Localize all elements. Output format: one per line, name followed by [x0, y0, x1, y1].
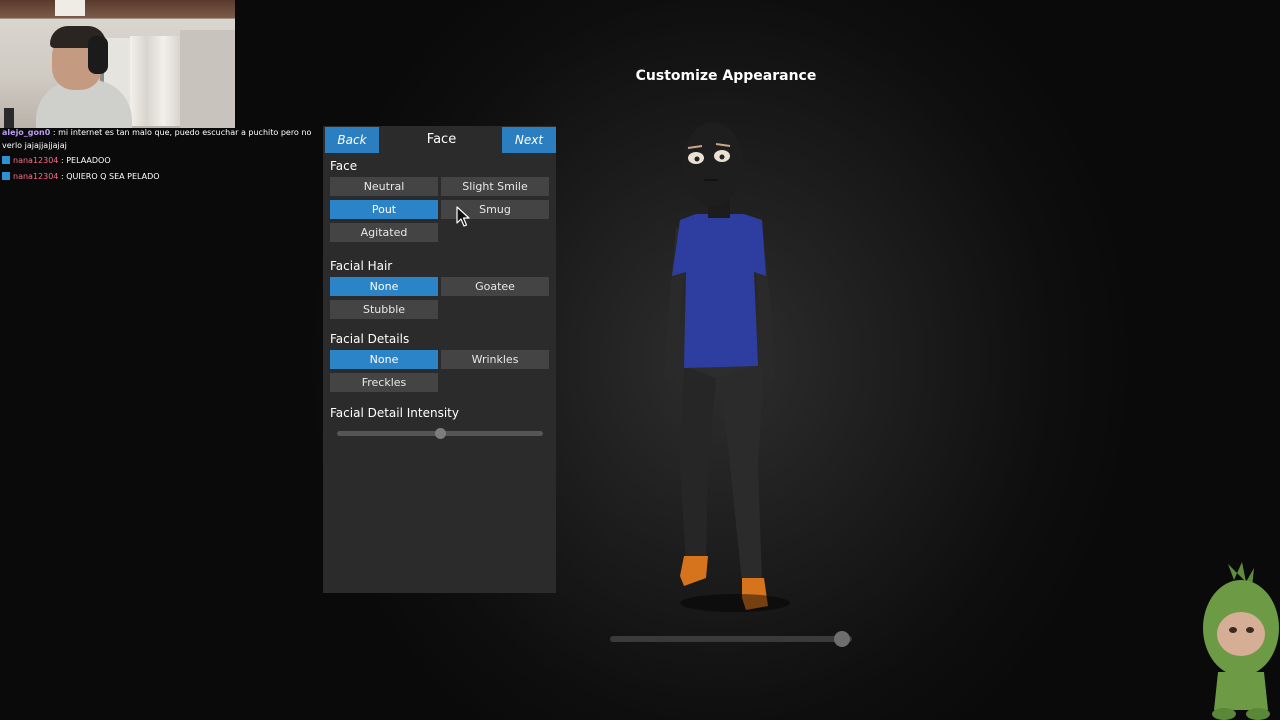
facial-hair-option-stubble[interactable]: Stubble [330, 300, 438, 319]
ceiling-lamp [55, 0, 85, 16]
chat-message: alejo_gon0 : mi internet es tan malo que… [2, 126, 324, 152]
headset [88, 36, 108, 74]
next-button[interactable]: Next [502, 127, 556, 153]
facial-hair-option-goatee[interactable]: Goatee [441, 277, 549, 296]
rotation-slider[interactable] [610, 631, 852, 647]
character-shadow [680, 594, 790, 612]
chat-text: : PELAADOO [60, 156, 111, 165]
intensity-slider-handle[interactable] [435, 428, 446, 439]
face-section-label: Face [330, 159, 358, 173]
facial-hair-option-none[interactable]: None [330, 277, 438, 296]
facial-details-section-label: Facial Details [330, 332, 410, 346]
facial-details-option-freckles[interactable]: Freckles [330, 373, 438, 392]
mouse-cursor-icon [456, 206, 470, 227]
face-option-slight-smile[interactable]: Slight Smile [441, 177, 549, 196]
character-model[interactable] [640, 116, 810, 626]
face-option-neutral[interactable]: Neutral [330, 177, 438, 196]
room-wall [180, 30, 235, 128]
back-button[interactable]: Back [325, 127, 379, 153]
customization-panel: Back Face Next Face Neutral Slight Smile… [323, 126, 556, 593]
chat-text: : QUIERO Q SEA PELADO [60, 172, 160, 181]
stream-chat: alejo_gon0 : mi internet es tan malo que… [2, 126, 324, 183]
chat-message: nana12304 : QUIERO Q SEA PELADO [2, 170, 324, 183]
face-option-agitated[interactable]: Agitated [330, 223, 438, 242]
curtain [130, 36, 180, 126]
facial-details-option-none[interactable]: None [330, 350, 438, 369]
intensity-slider[interactable] [337, 428, 543, 439]
chat-username: alejo_gon0 [2, 128, 51, 137]
subscriber-badge-icon [2, 172, 10, 180]
rotation-slider-handle[interactable] [834, 631, 851, 647]
intensity-section-label: Facial Detail Intensity [330, 406, 459, 420]
panel-title: Face [426, 132, 457, 147]
scene-title: Customize Appearance [635, 68, 817, 84]
chat-username: nana12304 [13, 172, 59, 181]
facial-hair-section-label: Facial Hair [330, 259, 393, 273]
panel-header: Back Face Next [323, 126, 556, 154]
mascot-plush-overlay [1203, 562, 1279, 720]
streamer-webcam [0, 0, 235, 128]
microphone [4, 108, 14, 128]
chat-message: nana12304 : PELAADOO [2, 154, 324, 167]
character-figure [664, 122, 774, 610]
facial-details-option-wrinkles[interactable]: Wrinkles [441, 350, 549, 369]
subscriber-badge-icon [2, 156, 10, 164]
chat-username: nana12304 [13, 156, 59, 165]
face-option-pout[interactable]: Pout [330, 200, 438, 219]
